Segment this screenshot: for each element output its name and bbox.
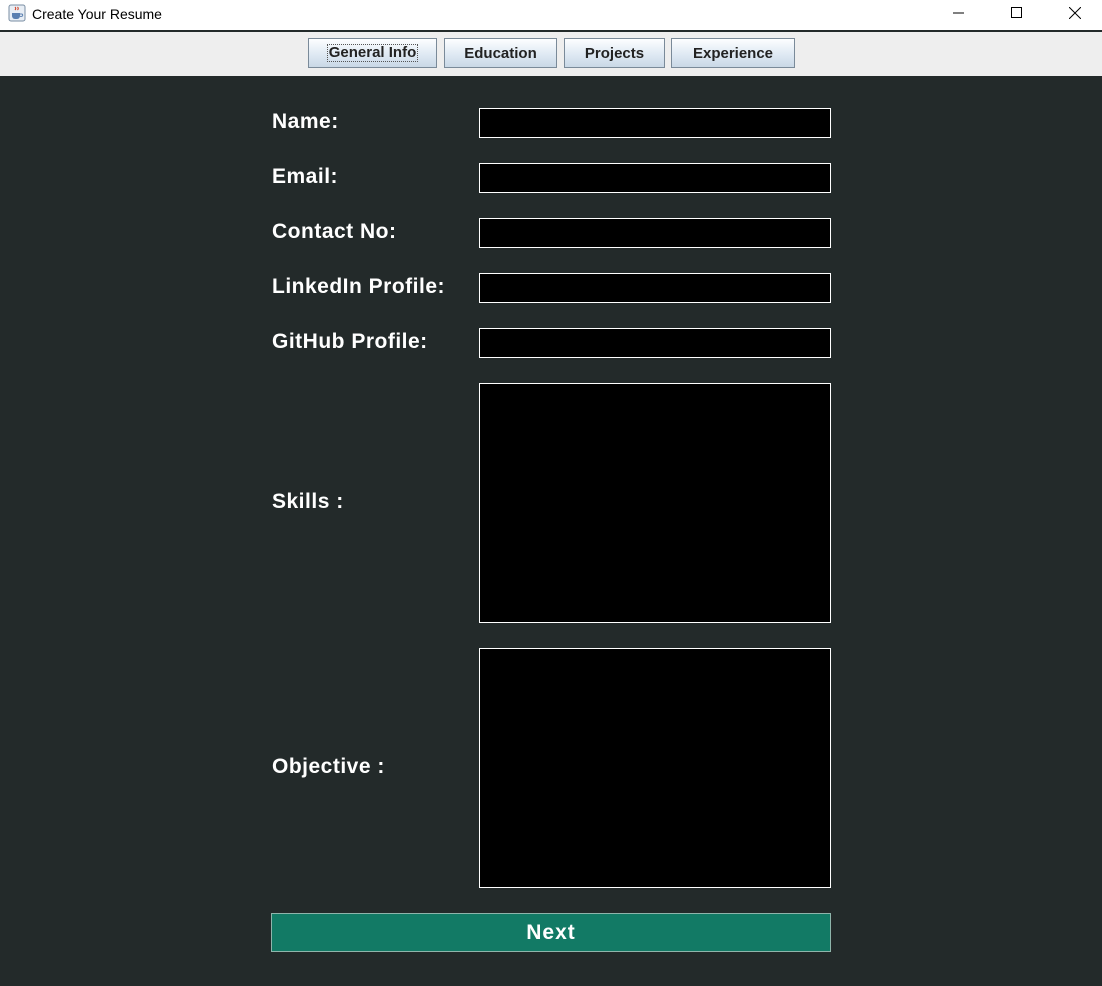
close-icon (1068, 6, 1082, 24)
skills-label: Skills : (272, 490, 344, 513)
close-button[interactable] (1046, 0, 1102, 30)
skills-textarea[interactable] (479, 383, 831, 623)
window-title: Create Your Resume (32, 6, 162, 22)
email-label: Email: (272, 165, 339, 188)
linkedin-label: LinkedIn Profile: (272, 275, 446, 298)
contact-label: Contact No: (272, 220, 397, 243)
java-cup-icon (8, 4, 26, 22)
tab-projects[interactable]: Projects (564, 38, 665, 68)
name-field[interactable] (479, 108, 831, 138)
next-button[interactable]: Next (271, 913, 831, 952)
minimize-icon (953, 6, 965, 24)
tab-education[interactable]: Education (444, 38, 557, 68)
tab-projects-label: Projects (584, 44, 645, 62)
contact-field[interactable] (479, 218, 831, 248)
tab-general-info[interactable]: General Info (308, 38, 437, 68)
tab-experience[interactable]: Experience (671, 38, 795, 68)
maximize-button[interactable] (988, 0, 1046, 30)
tab-strip: General Info Education Projects Experien… (0, 32, 1102, 76)
next-button-label: Next (526, 920, 576, 944)
github-field[interactable] (479, 328, 831, 358)
name-label: Name: (272, 110, 339, 133)
title-bar: Create Your Resume (0, 0, 1102, 30)
objective-label: Objective : (272, 755, 385, 778)
minimize-button[interactable] (930, 0, 988, 30)
tab-general-info-label: General Info (326, 44, 419, 62)
tab-education-label: Education (464, 44, 537, 62)
github-label: GitHub Profile: (272, 330, 428, 353)
linkedin-field[interactable] (479, 273, 831, 303)
email-field[interactable] (479, 163, 831, 193)
objective-textarea[interactable] (479, 648, 831, 888)
maximize-icon (1011, 6, 1023, 24)
tab-experience-label: Experience (692, 44, 774, 62)
app-window: Create Your Resume General Info Educatio… (0, 0, 1102, 986)
